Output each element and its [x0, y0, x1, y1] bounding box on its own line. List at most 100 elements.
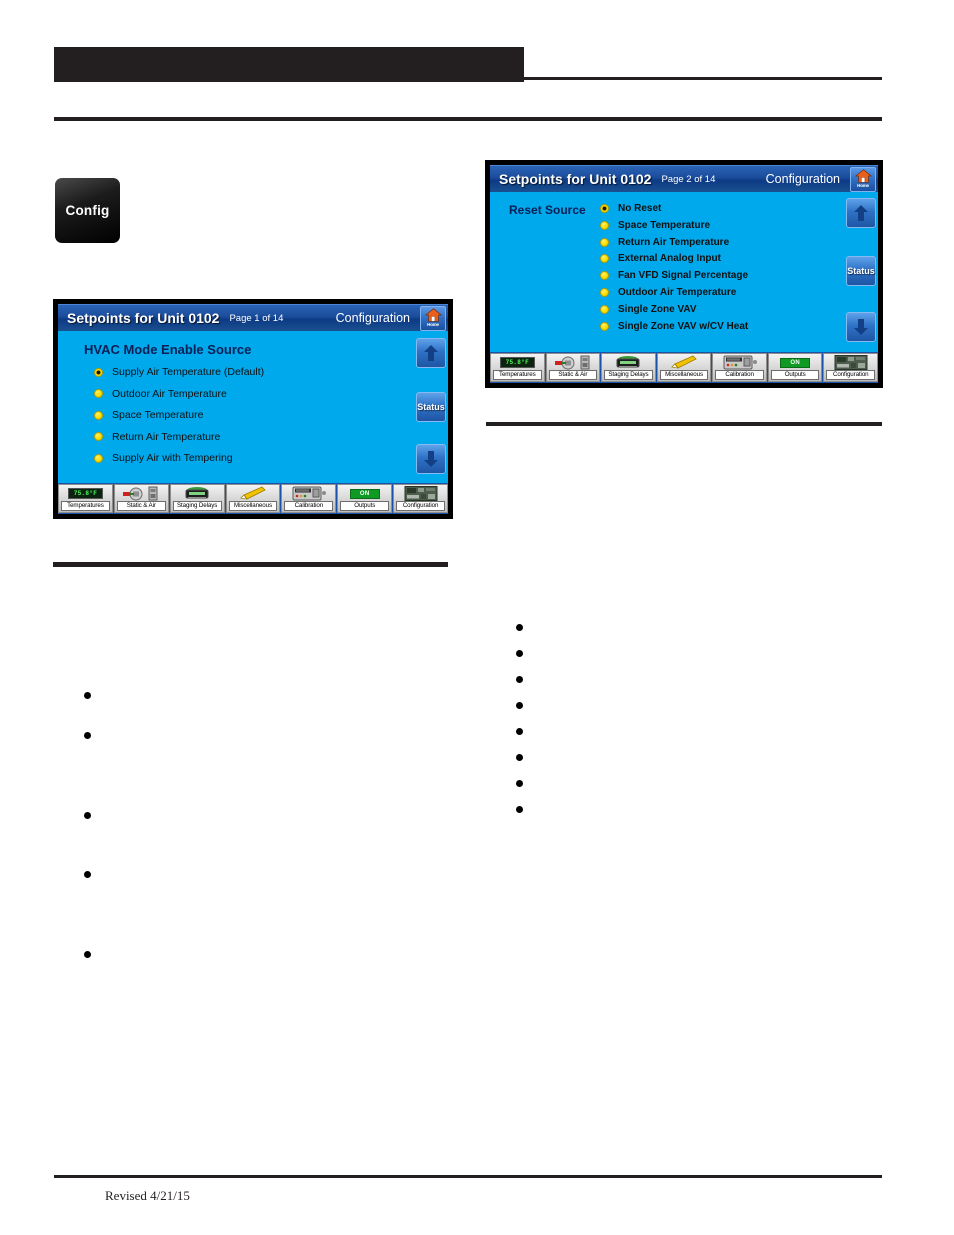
toolbar-button-static-air[interactable]: Static & Air [545, 353, 601, 382]
arrow-down-icon [854, 319, 868, 335]
list-bullet [516, 728, 523, 735]
staging-delays-icon [172, 486, 223, 501]
pencil-tool-icon [659, 355, 710, 370]
hmi-section-label: Configuration [335, 311, 410, 325]
radio-button-icon[interactable] [600, 271, 609, 281]
status-button[interactable]: Status [846, 256, 876, 286]
footer-rule [54, 1175, 882, 1178]
scroll-down-button[interactable] [416, 444, 446, 474]
hmi-title: Setpoints for Unit 0102 [67, 310, 220, 326]
toolbar-button-calibration[interactable]: Calibration [281, 484, 337, 513]
hmi-panel-page1: Setpoints for Unit 0102 Page 1 of 14 Con… [54, 300, 452, 518]
radio-button-icon[interactable] [600, 237, 609, 247]
arrow-up-icon [424, 345, 438, 361]
list-bullet [84, 871, 91, 878]
config-chip-label: Config [65, 203, 110, 218]
hmi-body-page1: HVAC Mode Enable Source Supply Air Tempe… [58, 331, 448, 483]
radio-option-row[interactable]: External Analog Input [600, 253, 721, 264]
radio-option-row[interactable]: Space Temperature [94, 409, 203, 421]
toolbar-button-label: Configuration [396, 501, 445, 511]
toolbar-button-label: Calibration [284, 501, 334, 511]
toolbar-button-label: Staging Delays [604, 370, 653, 380]
radio-option-row[interactable]: Space Temperature [600, 220, 710, 231]
toolbar-button-staging-delays[interactable]: Staging Delays [601, 353, 656, 382]
thermometer-display-icon: 75.8°F [492, 355, 543, 370]
list-bullet [84, 951, 91, 958]
radio-option-label: External Analog Input [618, 253, 721, 265]
radio-option-row[interactable]: Outdoor Air Temperature [94, 388, 227, 400]
radio-option-row[interactable]: Single Zone VAV w/CV Heat [600, 321, 748, 332]
toolbar-button-staging-delays[interactable]: Staging Delays [169, 484, 225, 513]
radio-option-row[interactable]: Return Air Temperature [94, 431, 220, 443]
home-button[interactable]: Home [420, 306, 446, 331]
radio-button-icon[interactable] [600, 321, 609, 331]
radio-option-label: Return Air Temperature [618, 236, 730, 248]
meter-icon [714, 355, 765, 370]
radio-button-icon[interactable] [94, 453, 103, 463]
radio-button-selected-icon[interactable] [600, 204, 609, 213]
config-chip: Config [55, 178, 120, 243]
left-column-divider [53, 562, 448, 567]
options-heading: HVAC Mode Enable Source [84, 342, 252, 357]
toolbar-button-temperatures[interactable]: 75.8°F Temperatures [490, 353, 545, 382]
toolbar-button-static-air[interactable]: Static & Air [113, 484, 169, 513]
toolbar-button-label: Temperatures [493, 370, 542, 380]
radio-option-label: Fan VFD Signal Percentage [618, 270, 749, 282]
radio-option-label: Outdoor Air Temperature [112, 387, 227, 400]
home-button[interactable]: Home [850, 167, 876, 192]
radio-option-label: Space Temperature [112, 409, 204, 421]
header-rule-under [54, 117, 882, 121]
radio-option-row[interactable]: Supply Air Temperature (Default) [94, 366, 264, 378]
toolbar-button-outputs[interactable]: ON Outputs [337, 484, 393, 513]
hmi-toolbar-page1: 75.8°F Temperatures Static & Air Staging De… [58, 483, 449, 514]
hmi-section-label: Configuration [765, 172, 840, 186]
status-button[interactable]: Status [416, 392, 446, 422]
radio-option-label: Return Air Temperature [112, 430, 221, 443]
hmi-panel-page2: Setpoints for Unit 0102 Page 2 of 14 Con… [486, 161, 882, 387]
radio-option-row[interactable]: Supply Air with Tempering [94, 452, 233, 464]
scroll-up-button[interactable] [416, 338, 446, 368]
radio-option-label: Supply Air Temperature (Default) [112, 366, 265, 378]
circuit-board-icon [825, 355, 876, 370]
temperature-readout: 75.8°F [499, 357, 535, 368]
radio-button-icon[interactable] [600, 288, 609, 297]
radio-button-icon[interactable] [600, 220, 609, 230]
radio-option-row[interactable]: No Reset [600, 203, 661, 214]
toolbar-button-temperatures[interactable]: 75.8°F Temperatures [58, 484, 113, 513]
toolbar-button-label: Miscellaneous [659, 370, 709, 380]
radio-button-icon[interactable] [600, 254, 609, 264]
radio-button-icon[interactable] [94, 432, 103, 441]
radio-option-row[interactable]: Single Zone VAV [600, 304, 697, 315]
toolbar-button-configuration[interactable]: Configuration [823, 353, 879, 382]
hmi-header-page2: Setpoints for Unit 0102 Page 2 of 14 Con… [490, 165, 878, 192]
toolbar-button-calibration[interactable]: Calibration [712, 353, 767, 382]
static-pressure-icon [116, 486, 167, 501]
radio-option-row[interactable]: Outdoor Air Temperature [600, 287, 736, 298]
radio-option-row[interactable]: Return Air Temperature [600, 237, 729, 248]
pencil-tool-icon [228, 486, 279, 501]
hmi-header-page1: Setpoints for Unit 0102 Page 1 of 14 Con… [58, 304, 448, 331]
list-bullet [516, 650, 523, 657]
toolbar-button-outputs[interactable]: ON Outputs [767, 353, 823, 382]
toolbar-button-label: Outputs [770, 370, 820, 380]
on-indicator-icon: ON [339, 486, 390, 501]
radio-button-icon[interactable] [94, 410, 103, 420]
toolbar-button-miscellaneous[interactable]: Miscellaneous [225, 484, 281, 513]
radio-option-row[interactable]: Fan VFD Signal Percentage [600, 270, 748, 281]
scroll-down-button[interactable] [846, 312, 876, 342]
status-button-label: Status [847, 266, 875, 276]
toolbar-button-configuration[interactable]: Configuration [393, 484, 449, 513]
staging-delays-icon [603, 355, 654, 370]
radio-button-icon[interactable] [600, 304, 609, 314]
scroll-up-button[interactable] [846, 198, 876, 228]
temperature-readout: 75.8°F [67, 488, 104, 499]
list-bullet [84, 812, 91, 819]
hmi-toolbar-page2: 75.8°F Temperatures Static & Air Staging De… [490, 352, 879, 383]
radio-option-label: Space Temperature [618, 219, 711, 231]
hmi-title: Setpoints for Unit 0102 [499, 171, 652, 187]
options-heading: Reset Source [509, 203, 586, 217]
radio-button-icon[interactable] [94, 389, 103, 398]
toolbar-button-miscellaneous[interactable]: Miscellaneous [656, 353, 712, 382]
radio-button-selected-icon[interactable] [94, 367, 103, 377]
toolbar-button-label: Configuration [826, 370, 876, 380]
